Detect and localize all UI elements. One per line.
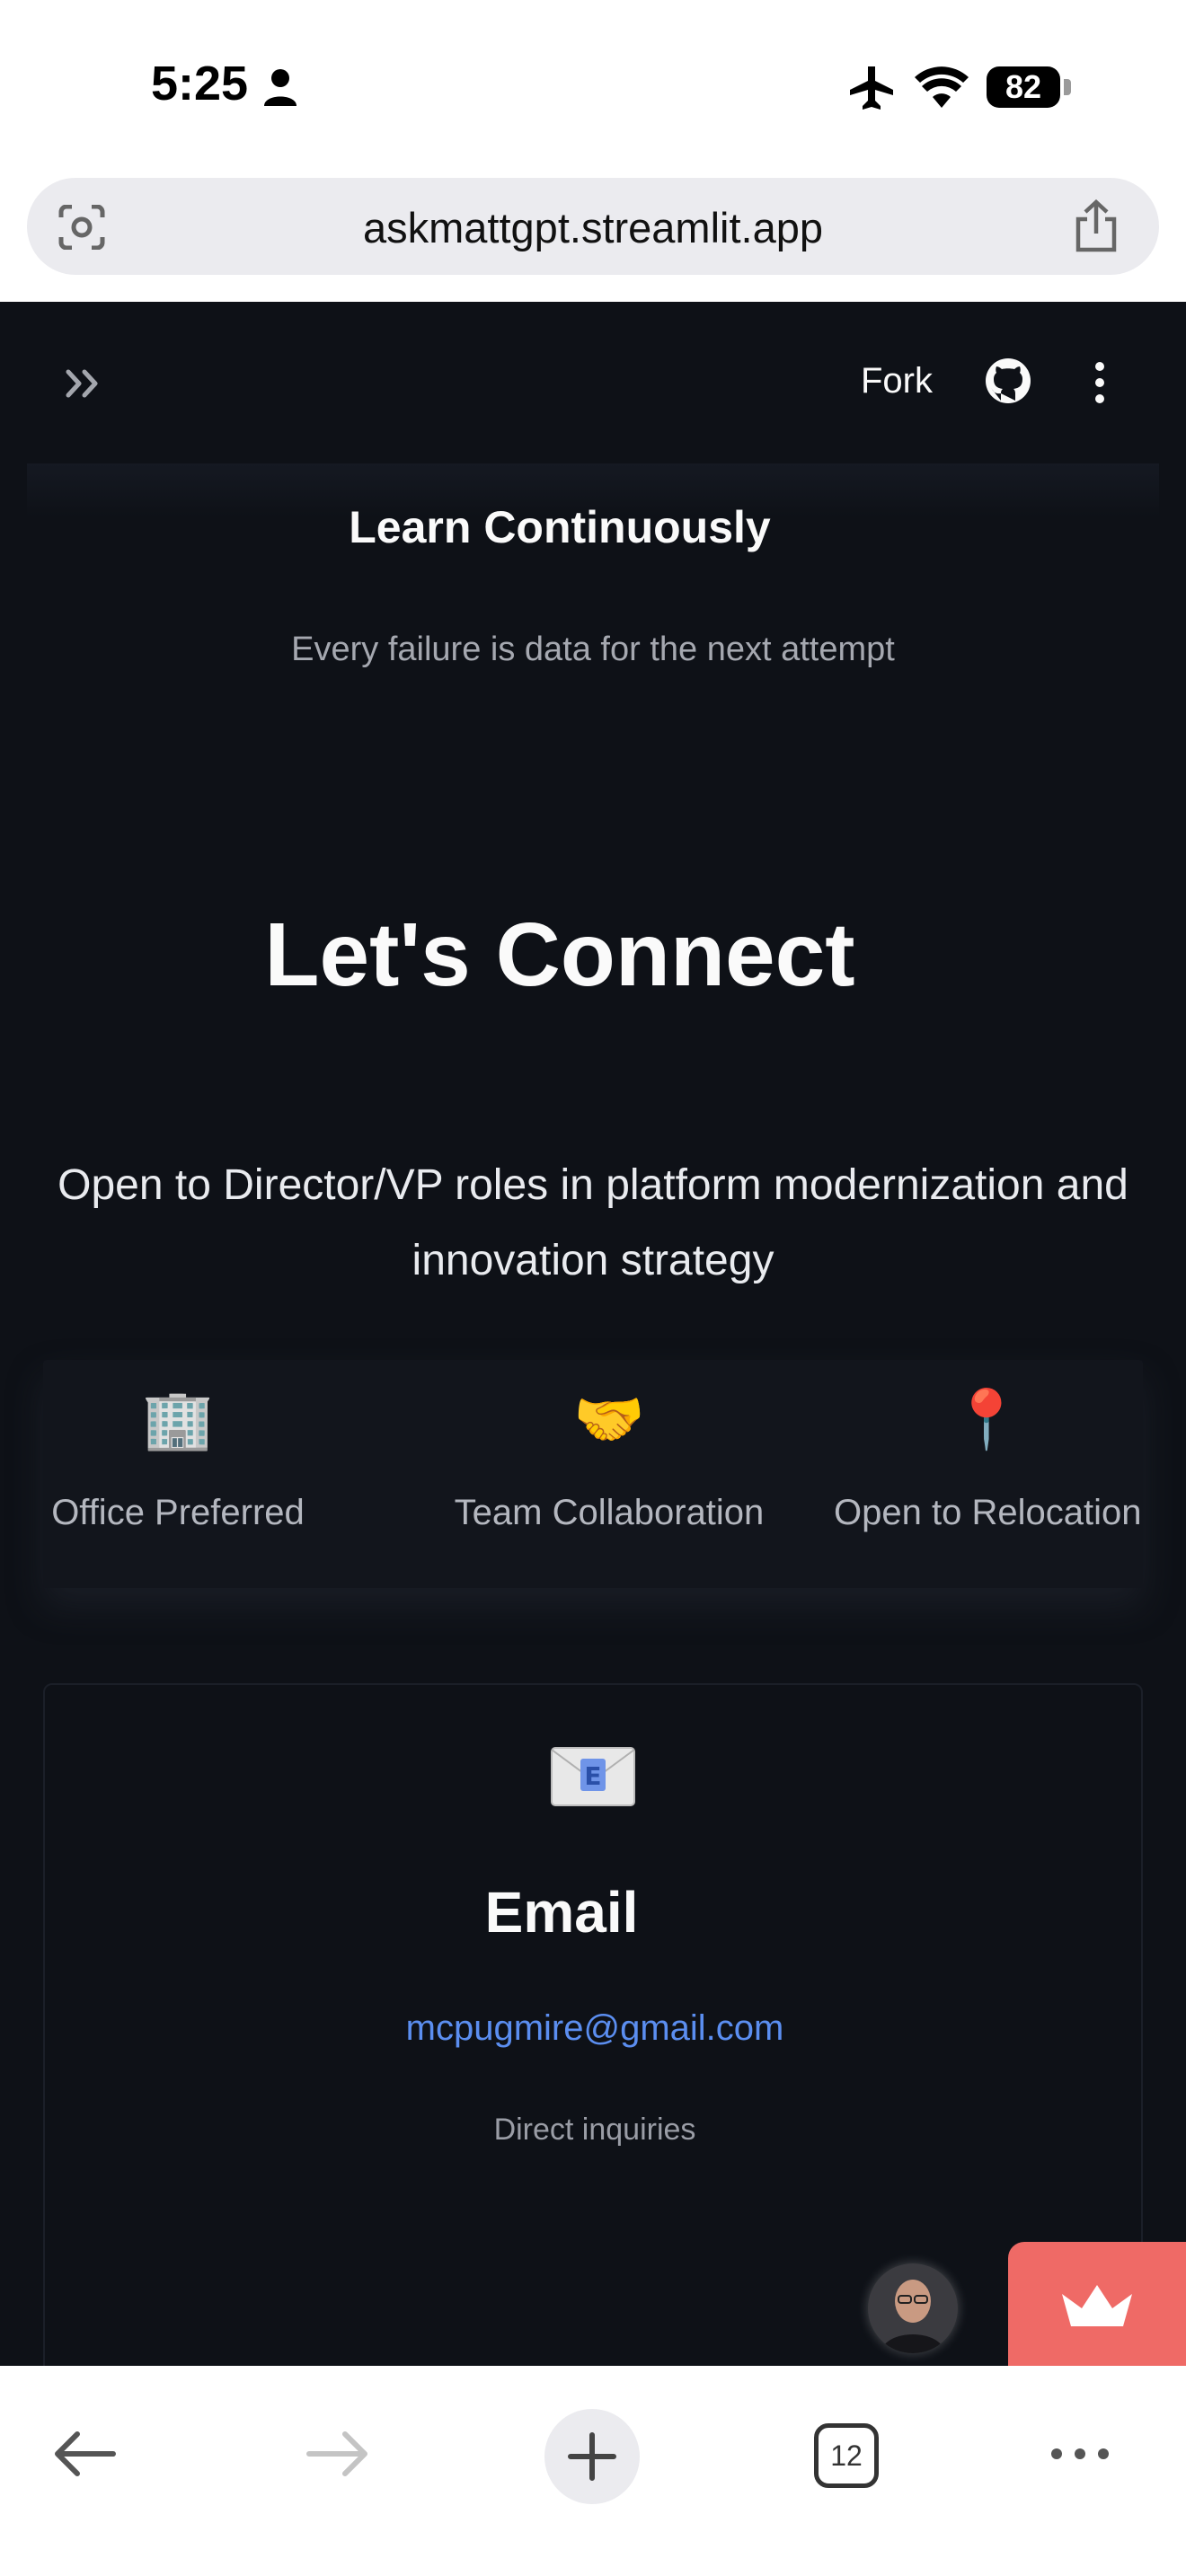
main-menu-icon[interactable] xyxy=(1087,359,1112,406)
email-address-link[interactable]: mcpugmire@gmail.com xyxy=(45,2008,1145,2049)
expand-sidebar-icon[interactable] xyxy=(63,361,108,406)
preference-label: Open to Relocation xyxy=(834,1493,1142,1532)
status-time: 5:25 xyxy=(151,57,249,110)
share-icon[interactable] xyxy=(1071,199,1121,253)
email-contact-card: E Email mcpugmire@gmail.com Direct inqui… xyxy=(43,1683,1143,2366)
email-card-note: Direct inquiries xyxy=(493,2113,696,2147)
url-text[interactable]: askmattgpt.streamlit.app xyxy=(27,203,1159,252)
forward-arrow-icon[interactable] xyxy=(304,2420,372,2488)
status-bar: 5:25 82 askmattgpt.streamlit.app xyxy=(0,0,1186,275)
tabs-button[interactable]: 12 xyxy=(814,2423,879,2488)
app-toolbar: Fork xyxy=(0,302,1186,463)
plus-icon xyxy=(568,2432,616,2481)
battery-cap xyxy=(1064,79,1071,95)
app-viewport: Fork Learn Continuously Every failure is… xyxy=(0,302,1186,2366)
avatar-photo-icon xyxy=(868,2263,958,2353)
crown-icon xyxy=(1062,2285,1132,2326)
chat-avatar[interactable] xyxy=(868,2263,958,2353)
pushpin-icon: 📍 xyxy=(951,1387,1022,1451)
browser-toolbar: 12 xyxy=(0,2366,1186,2576)
preference-item: 📍 Open to Relocation xyxy=(834,1360,1142,1588)
preference-item: 🏢 Office Preferred xyxy=(43,1360,313,1588)
handshake-icon: 🤝 xyxy=(573,1387,645,1451)
preference-item: 🤝 Team Collaboration xyxy=(385,1360,834,1588)
connect-heading: Let's Connect xyxy=(264,904,855,1005)
preferences-strip: 🏢 Office Preferred 🤝 Team Collaboration … xyxy=(43,1360,1143,1588)
more-options-icon[interactable] xyxy=(1048,2438,1112,2470)
connect-subtitle: Open to Director/VP roles in platform mo… xyxy=(58,1161,1128,1284)
envelope-icon: E xyxy=(551,1747,635,1806)
office-building-icon: 🏢 xyxy=(142,1387,214,1451)
battery-indicator: 82 xyxy=(987,66,1060,108)
wifi-icon xyxy=(915,66,969,108)
address-bar[interactable]: askmattgpt.streamlit.app xyxy=(27,178,1159,275)
preference-label: Team Collaboration xyxy=(454,1493,765,1532)
streamlit-badge[interactable] xyxy=(1008,2242,1186,2366)
svg-text:E: E xyxy=(584,1761,601,1791)
person-icon xyxy=(264,69,296,106)
principle-title: Learn Continuously xyxy=(349,502,771,552)
back-arrow-icon[interactable] xyxy=(50,2420,119,2488)
github-icon[interactable] xyxy=(985,357,1031,404)
airplane-icon xyxy=(850,66,893,110)
fork-button[interactable]: Fork xyxy=(861,361,933,401)
email-card-title: Email xyxy=(484,1880,639,1945)
preference-label: Office Preferred xyxy=(51,1493,305,1532)
new-tab-button[interactable] xyxy=(544,2409,640,2504)
principle-subtitle: Every failure is data for the next attem… xyxy=(291,631,895,668)
